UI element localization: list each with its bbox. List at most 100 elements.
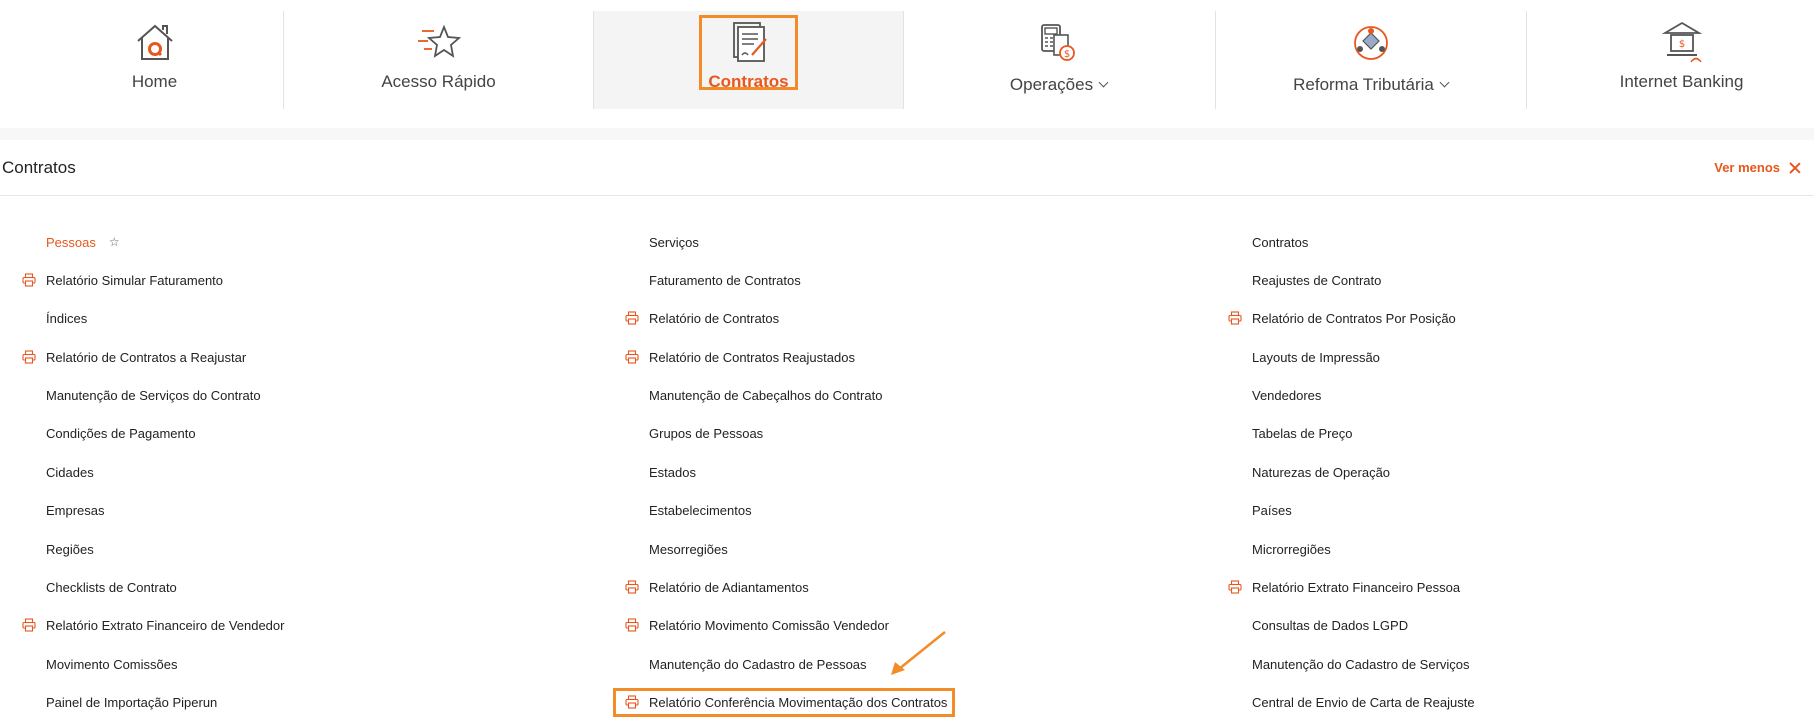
menu-item-relatorio-contratos-a-reajustar[interactable]: Relatório de Contratos a Reajustar	[22, 345, 247, 369]
menu-item-label: Tabelas de Preço	[1252, 425, 1353, 441]
bank-icon: $	[1661, 21, 1702, 63]
printer-icon	[1228, 580, 1242, 594]
nav-contratos-label: Contratos	[708, 72, 789, 91]
menu-item-manutencao-servicos-contrato[interactable]: Manutenção de Serviços do Contrato	[46, 383, 261, 407]
menu-item-label: Vendedores	[1252, 387, 1322, 403]
menu-item-label: Manutenção do Cadastro de Pessoas	[649, 656, 867, 672]
menu-item-checklists-contrato[interactable]: Checklists de Contrato	[46, 575, 177, 599]
printer-icon	[22, 273, 36, 287]
menu-item-label: Relatório Movimento Comissão Vendedor	[649, 617, 889, 633]
menu-item-relatorio-contratos-por-posicao[interactable]: Relatório de Contratos Por Posição	[1228, 306, 1456, 330]
menu-item-microrregioes[interactable]: Microrregiões	[1252, 537, 1331, 561]
menu-item-relatorio-simular-faturamento[interactable]: Relatório Simular Faturamento	[22, 268, 224, 292]
ver-menos-label: Ver menos	[1714, 160, 1780, 175]
menu-item-label: Mesorregiões	[649, 541, 728, 557]
menu-item-mesorregioes[interactable]: Mesorregiões	[649, 537, 728, 561]
menu-item-label: Central de Envio de Carta de Reajuste	[1252, 694, 1475, 710]
menu-item-label: Relatório de Contratos Reajustados	[649, 349, 855, 365]
menu-item-label: Reajustes de Contrato	[1252, 272, 1382, 288]
menu-item-manutencao-cabecalhos-contrato[interactable]: Manutenção de Cabeçalhos do Contrato	[649, 383, 882, 407]
menu-item-paises[interactable]: Países	[1252, 498, 1292, 522]
nav-reforma-tributaria[interactable]: Reforma Tributária	[1216, 11, 1525, 109]
menu-item-label: Relatório Extrato Financeiro Pessoa	[1252, 579, 1461, 595]
menu-item-movimento-comissoes[interactable]: Movimento Comissões	[46, 652, 178, 676]
menu-item-label: Relatório Extrato Financeiro de Vendedor	[46, 617, 285, 633]
menu-item-label: Cidades	[46, 464, 94, 480]
menu-item-label: Estados	[649, 464, 696, 480]
menu-item-label: Grupos de Pessoas	[649, 425, 764, 441]
nav-home-label: Home	[131, 72, 178, 91]
menu-item-label: Relatório de Adiantamentos	[649, 579, 809, 595]
menu-item-label: Relatório de Contratos Por Posição	[1252, 310, 1456, 326]
menu-item-label: Microrregiões	[1252, 541, 1331, 557]
printer-icon	[625, 311, 639, 325]
menu-item-estados[interactable]: Estados	[649, 460, 696, 484]
menu-item-cidades[interactable]: Cidades	[46, 460, 94, 484]
menu-item-consultas-dados-lgpd[interactable]: Consultas de Dados LGPD	[1252, 613, 1408, 637]
menu-item-condicoes-pagamento[interactable]: Condições de Pagamento	[46, 421, 196, 445]
menu-item-contratos[interactable]: Contratos	[1252, 230, 1308, 254]
menu-item-estabelecimentos[interactable]: Estabelecimentos	[649, 498, 752, 522]
menu-item-central-envio-carta-reajuste[interactable]: Central de Envio de Carta de Reajuste	[1252, 690, 1475, 714]
nav-internet-banking[interactable]: $ Internet Banking	[1527, 11, 1814, 109]
nav-acesso-rapido-label: Acesso Rápido	[381, 72, 496, 91]
nav-contratos[interactable]: Contratos	[594, 11, 903, 109]
menu-item-label: Relatório Conferência Movimentação dos C…	[649, 694, 948, 710]
section-divider	[0, 195, 1814, 196]
menu-item-label: Manutenção de Serviços do Contrato	[46, 387, 261, 403]
menu-item-label: Movimento Comissões	[46, 656, 178, 672]
menu-item-manutencao-cadastro-servicos[interactable]: Manutenção do Cadastro de Serviços	[1252, 652, 1470, 676]
menu-item-layouts-impressao[interactable]: Layouts de Impressão	[1252, 345, 1380, 369]
menu-item-label: Layouts de Impressão	[1252, 349, 1380, 365]
menu-item-label: Relatório de Contratos	[649, 310, 780, 326]
menu-item-reajustes-contrato[interactable]: Reajustes de Contrato	[1252, 268, 1381, 292]
menu-item-naturezas-operacao[interactable]: Naturezas de Operação	[1252, 460, 1390, 484]
top-navigation: Home Acesso Rápido Contratos $ Operações…	[0, 0, 1814, 128]
nav-operacoes[interactable]: $ Operações	[904, 11, 1213, 109]
menu-item-label: Painel de Importação Piperun	[46, 694, 218, 710]
menu-item-label: Estabelecimentos	[649, 502, 752, 518]
menu-item-vendedores[interactable]: Vendedores	[1252, 383, 1321, 407]
menu-item-indices[interactable]: Índices	[46, 306, 87, 330]
menu-item-pessoas[interactable]: Pessoas ☆	[46, 230, 120, 254]
menu-item-empresas[interactable]: Empresas	[46, 498, 105, 522]
menu-item-servicos[interactable]: Serviços	[649, 230, 699, 254]
svg-text:$: $	[1063, 49, 1069, 60]
printer-icon	[22, 350, 36, 364]
menu-item-grupos-pessoas[interactable]: Grupos de Pessoas	[649, 421, 763, 445]
menu-item-relatorio-adiantamentos[interactable]: Relatório de Adiantamentos	[625, 575, 809, 599]
menu-item-faturamento-contratos[interactable]: Faturamento de Contratos	[649, 268, 801, 292]
nav-internet-banking-label: Internet Banking	[1619, 72, 1744, 91]
menu-item-relatorio-conferencia-movimentacao-contratos[interactable]: Relatório Conferência Movimentação dos C…	[625, 690, 948, 714]
ver-menos-button[interactable]: Ver menos	[1714, 160, 1802, 175]
menu-item-manutencao-cadastro-pessoas[interactable]: Manutenção do Cadastro de Pessoas	[649, 652, 867, 676]
printer-icon	[1228, 311, 1242, 325]
menu-item-label: Relatório de Contratos a Reajustar	[46, 349, 247, 365]
menu-item-label: Naturezas de Operação	[1252, 464, 1391, 480]
printer-icon	[625, 618, 639, 632]
menu-item-relatorio-extrato-financeiro-pessoa[interactable]: Relatório Extrato Financeiro Pessoa	[1228, 575, 1461, 599]
nav-operacoes-text: Operações	[1009, 75, 1094, 94]
menu-item-painel-importacao-piperun[interactable]: Painel de Importação Piperun	[46, 690, 217, 714]
favorite-star-icon[interactable]: ☆	[109, 235, 120, 249]
menu-item-label: Contratos	[1252, 234, 1309, 250]
printer-icon	[625, 695, 639, 709]
menu-item-label: Faturamento de Contratos	[649, 272, 801, 288]
svg-text:$: $	[1678, 39, 1684, 50]
menu-item-relatorio-contratos[interactable]: Relatório de Contratos	[625, 306, 780, 330]
menu-item-relatorio-extrato-financeiro-vendedor[interactable]: Relatório Extrato Financeiro de Vendedor	[22, 613, 285, 637]
menu-item-label: Checklists de Contrato	[46, 579, 177, 595]
chevron-down-icon	[1439, 77, 1450, 88]
menu-item-regioes[interactable]: Regiões	[46, 537, 94, 561]
menu-item-label: Consultas de Dados LGPD	[1252, 617, 1409, 633]
tax-reform-icon	[1353, 26, 1388, 60]
menu-item-relatorio-contratos-reajustados[interactable]: Relatório de Contratos Reajustados	[625, 345, 855, 369]
nav-home[interactable]: Home	[0, 11, 309, 109]
menu-item-label: Regiões	[46, 541, 94, 557]
contract-icon	[732, 22, 767, 62]
menu-item-tabelas-preco[interactable]: Tabelas de Preço	[1252, 421, 1352, 445]
nav-acesso-rapido[interactable]: Acesso Rápido	[284, 11, 593, 109]
home-icon	[136, 24, 173, 60]
menu-item-relatorio-movimento-comissao-vendedor[interactable]: Relatório Movimento Comissão Vendedor	[625, 613, 889, 637]
menu-item-label: Relatório Simular Faturamento	[46, 272, 224, 288]
